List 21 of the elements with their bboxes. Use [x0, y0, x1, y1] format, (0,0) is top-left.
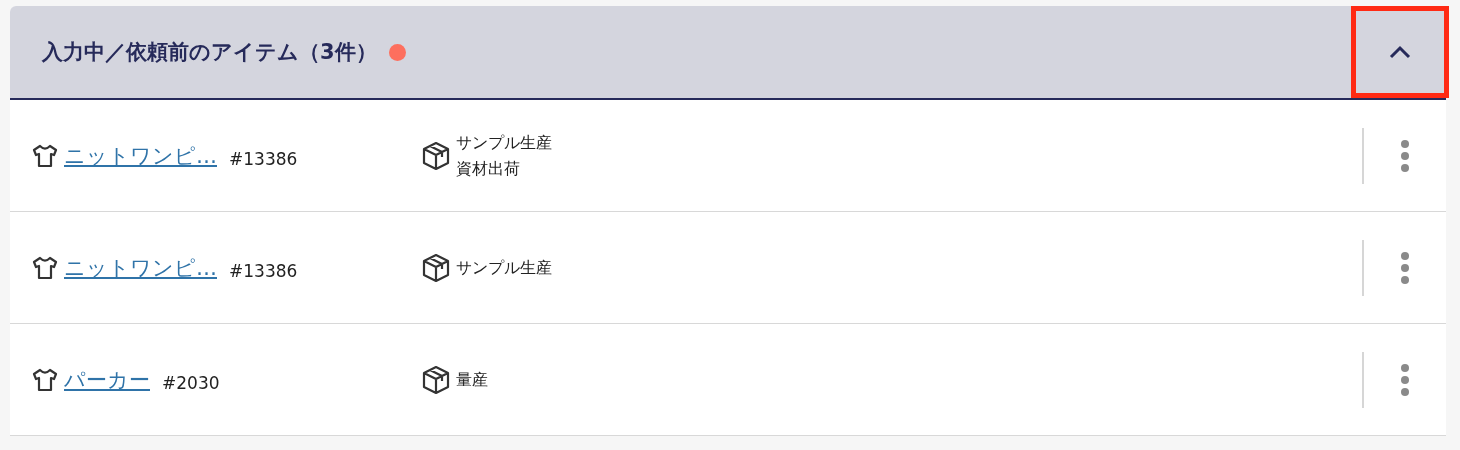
package-icon: [422, 364, 450, 395]
section-title: 入力中／依頼前のアイテム（3件）: [42, 39, 377, 66]
item-link[interactable]: ニットワンピ…: [64, 141, 217, 170]
chevron-up-icon: [1389, 45, 1411, 59]
category-label: 量産: [456, 368, 488, 391]
category-label: サンプル生産: [456, 256, 552, 279]
category-label: 資材出荷: [456, 157, 521, 180]
item-number: #2030: [162, 372, 220, 393]
item-number: #13386: [229, 260, 298, 281]
package-icon: [422, 140, 450, 171]
t-shirt-icon: [32, 255, 58, 280]
t-shirt-icon: [32, 367, 58, 392]
item-number: #13386: [229, 148, 298, 169]
t-shirt-icon: [32, 143, 58, 168]
more-icon: [1400, 250, 1410, 285]
more-icon: [1400, 138, 1410, 173]
more-icon: [1400, 362, 1410, 397]
category-label: サンプル生産: [456, 131, 552, 154]
item-link[interactable]: パーカー: [64, 365, 150, 394]
item-link[interactable]: ニットワンピ…: [64, 253, 217, 282]
package-icon: [422, 252, 450, 283]
